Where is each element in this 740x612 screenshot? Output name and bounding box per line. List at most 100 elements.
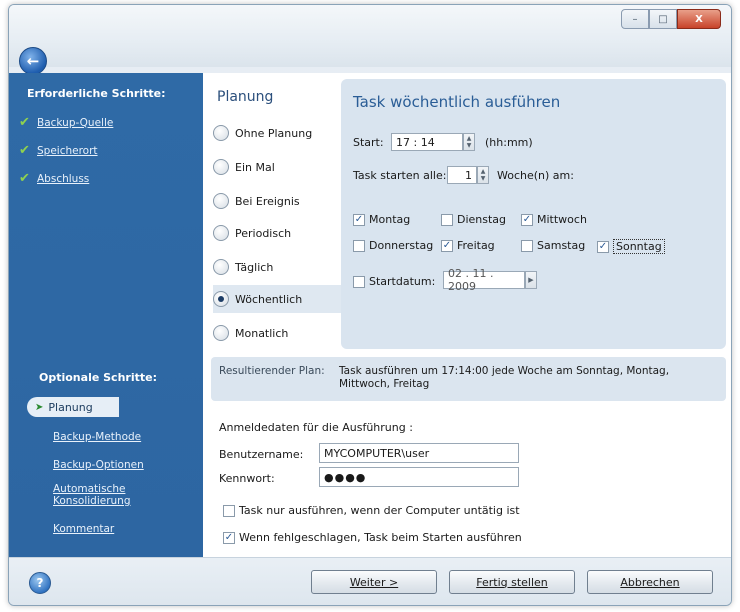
- password-field[interactable]: ●●●●: [319, 467, 519, 487]
- radio-button[interactable]: [213, 225, 229, 241]
- day-label: Samstag: [537, 239, 586, 252]
- day-wednesday[interactable]: Mittwoch: [521, 213, 587, 226]
- sidebar-item-backup-source[interactable]: ✔ Backup-Quelle: [19, 115, 113, 130]
- checkbox[interactable]: [597, 240, 609, 253]
- day-label: Mittwoch: [537, 213, 587, 226]
- interval-label: Task starten alle:: [353, 169, 447, 182]
- help-icon[interactable]: ?: [29, 572, 51, 594]
- minimize-button[interactable]: –: [621, 9, 649, 29]
- date-picker-arrow-icon[interactable]: ▶: [525, 271, 537, 289]
- optional-steps-header: Optionale Schritte:: [39, 371, 157, 384]
- sidebar-item-consolidation[interactable]: Automatische Konsolidierung: [53, 483, 143, 507]
- button-label: Abbrechen: [620, 575, 680, 589]
- idle-only-option[interactable]: Task nur ausführen, wenn der Computer un…: [223, 504, 520, 517]
- option-label: Ohne Planung: [235, 126, 313, 140]
- radio-button[interactable]: [213, 193, 229, 209]
- checkbox[interactable]: [521, 213, 533, 226]
- day-saturday[interactable]: Samstag: [521, 239, 585, 252]
- day-friday[interactable]: Freitag: [441, 239, 495, 252]
- sidebar-item-label[interactable]: Abschluss: [37, 173, 89, 185]
- option-label: Ein Mal: [235, 160, 275, 174]
- resulting-plan-label: Resultierender Plan:: [219, 365, 325, 377]
- wizard-window: – □ X ← Erforderliche Schritte: ✔ Backup…: [8, 4, 732, 606]
- radio-button[interactable]: [213, 159, 229, 175]
- day-label: Donnerstag: [369, 239, 434, 252]
- credentials-title: Anmeldedaten für die Ausführung :: [219, 421, 413, 434]
- main-content: Planung Ohne Planung Ein Mal Bei Ereigni…: [203, 73, 731, 557]
- day-tuesday[interactable]: Dienstag: [441, 213, 506, 226]
- option-label: Periodisch: [235, 226, 292, 240]
- sidebar-item-label: Planung: [48, 400, 93, 414]
- checkbox[interactable]: [223, 531, 235, 544]
- day-sunday[interactable]: Sonntag: [597, 239, 665, 254]
- day-thursday[interactable]: Donnerstag: [353, 239, 433, 252]
- radio-button-selected[interactable]: [213, 291, 229, 307]
- sidebar-item-backup-method[interactable]: Backup-Methode: [53, 431, 141, 443]
- checkbox[interactable]: [441, 213, 453, 226]
- checkmark-icon: ✔: [19, 171, 30, 186]
- checkbox[interactable]: [223, 504, 235, 517]
- option-label: Wöchentlich: [235, 292, 303, 306]
- checkbox[interactable]: [441, 239, 453, 252]
- checkbox[interactable]: [353, 213, 365, 226]
- close-button[interactable]: X: [677, 9, 721, 29]
- start-date-label: Startdatum:: [369, 275, 436, 288]
- password-label: Kennwort:: [219, 472, 275, 485]
- schedule-option-periodic[interactable]: Periodisch: [213, 219, 331, 247]
- start-time-label: Start:: [353, 136, 384, 149]
- next-button[interactable]: Weiter >: [311, 570, 437, 594]
- schedule-option-event[interactable]: Bei Ereignis: [213, 187, 331, 215]
- start-time-unit: (hh:mm): [485, 136, 533, 149]
- radio-button[interactable]: [213, 259, 229, 275]
- radio-button[interactable]: [213, 325, 229, 341]
- title-bar: – □ X ←: [9, 5, 731, 75]
- day-label: Montag: [369, 213, 411, 226]
- button-label: Fertig stellen: [476, 575, 548, 589]
- interval-input[interactable]: 1: [447, 166, 477, 184]
- option-label: Täglich: [235, 260, 274, 274]
- retry-on-failure-option[interactable]: Wenn fehlgeschlagen, Task beim Starten a…: [223, 531, 522, 544]
- schedule-option-weekly[interactable]: Wöchentlich: [213, 285, 353, 313]
- checkbox[interactable]: [353, 239, 365, 252]
- sidebar-item-finish[interactable]: ✔ Abschluss: [19, 171, 89, 186]
- sidebar-item-label[interactable]: Speicherort: [37, 145, 98, 157]
- schedule-option-none[interactable]: Ohne Planung: [213, 119, 331, 147]
- back-arrow-icon[interactable]: ←: [19, 47, 47, 75]
- required-steps-header: Erforderliche Schritte:: [27, 87, 166, 100]
- radio-button[interactable]: [213, 125, 229, 141]
- option-label: Bei Ereignis: [235, 194, 300, 208]
- username-label: Benutzername:: [219, 448, 304, 461]
- username-field[interactable]: MYCOMPUTER\user: [319, 443, 519, 463]
- day-label: Freitag: [457, 239, 495, 252]
- start-time-input[interactable]: 17 : 14: [391, 133, 463, 151]
- schedule-option-monthly[interactable]: Monatlich: [213, 319, 331, 347]
- checkmark-icon: ✔: [19, 143, 30, 158]
- start-time-spinner[interactable]: ▲ ▼: [463, 133, 475, 151]
- schedule-option-once[interactable]: Ein Mal: [213, 153, 331, 181]
- sidebar-item-schedule[interactable]: ➤ Planung: [27, 397, 119, 417]
- cancel-button[interactable]: Abbrechen: [587, 570, 713, 594]
- day-label: Sonntag: [613, 239, 665, 254]
- wizard-footer: ? Weiter > Fertig stellen Abbrechen: [9, 557, 731, 605]
- window-controls: – □ X: [621, 9, 721, 29]
- finish-button[interactable]: Fertig stellen: [449, 570, 575, 594]
- resulting-plan: Resultierender Plan: Task ausführen um 1…: [211, 357, 726, 401]
- schedule-title: Planung: [217, 89, 274, 105]
- maximize-button[interactable]: □: [649, 9, 677, 29]
- sidebar-item-backup-options[interactable]: Backup-Optionen: [53, 459, 144, 471]
- weekly-settings-panel: Task wöchentlich ausführen Start: 17 : 1…: [341, 79, 726, 349]
- checkmark-icon: ✔: [19, 115, 30, 130]
- start-date-input[interactable]: 02 . 11 . 2009: [443, 267, 525, 293]
- checkbox[interactable]: [521, 239, 533, 252]
- start-date-toggle[interactable]: Startdatum:: [353, 275, 435, 288]
- interval-spinner[interactable]: ▲ ▼: [477, 166, 489, 184]
- sidebar-item-label[interactable]: Backup-Quelle: [37, 117, 113, 129]
- day-monday[interactable]: Montag: [353, 213, 410, 226]
- day-label: Dienstag: [457, 213, 507, 226]
- interval-unit: Woche(n) am:: [497, 169, 574, 182]
- sidebar-item-location[interactable]: ✔ Speicherort: [19, 143, 98, 158]
- button-label: Weiter >: [349, 575, 399, 589]
- schedule-option-daily[interactable]: Täglich: [213, 253, 331, 281]
- checkbox[interactable]: [353, 275, 365, 288]
- sidebar-item-comment[interactable]: Kommentar: [53, 523, 114, 535]
